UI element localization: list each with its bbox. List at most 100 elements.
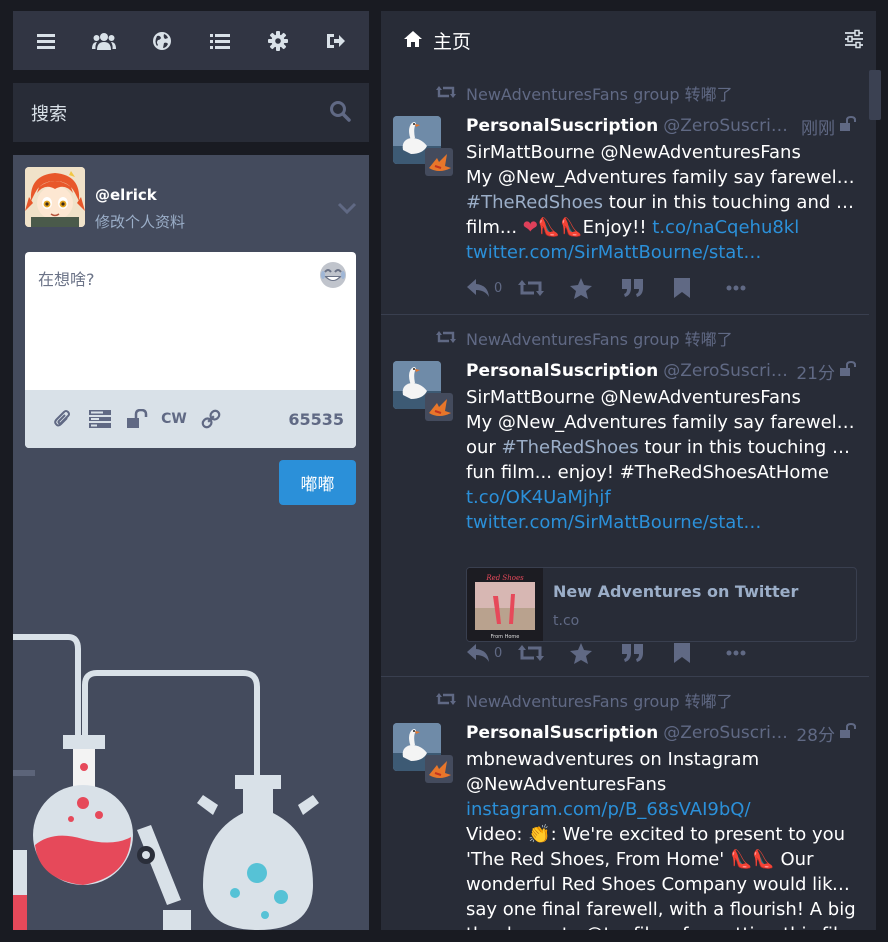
hashtag-link[interactable]: #TheRedShoes	[466, 192, 603, 213]
status-content: SirMattBourne @NewAdventuresFans My @New…	[381, 140, 869, 265]
search-input[interactable]: 搜索	[13, 83, 369, 142]
profile-block: @elrick 修改个人资料	[25, 167, 357, 231]
bookmark-icon[interactable]	[674, 278, 726, 298]
compose-textarea[interactable]: 在想啥?	[38, 266, 95, 290]
status-text-line: thank you to @tanfilms for putting this …	[466, 922, 857, 930]
status-text: Video: 👏: We're excited to present to yo…	[466, 824, 846, 845]
status-text-line: 'The Red Shoes, From Home' 👠👠 Our	[466, 847, 857, 872]
boost-icon	[436, 84, 456, 103]
status-text: tour in this touching and fun	[603, 192, 857, 213]
reply-button[interactable]: 0	[466, 278, 518, 298]
scrollbar-track[interactable]	[869, 70, 876, 930]
globe-icon[interactable]	[142, 21, 182, 61]
avatar[interactable]	[25, 167, 85, 227]
reply-button[interactable]: 0	[466, 643, 518, 663]
column-title[interactable]: 主页	[433, 27, 844, 54]
home-icon	[403, 30, 423, 52]
status[interactable]: NewAdventuresFans group 转嘟了 PersonalSusc…	[381, 677, 869, 930]
paperclip-icon[interactable]	[45, 404, 81, 434]
more-options-icon[interactable]	[726, 650, 778, 656]
display-name[interactable]: PersonalSuscription	[466, 361, 658, 381]
status-text: My @New_Adventures family say farewell t…	[466, 412, 857, 433]
more-options-icon[interactable]	[726, 285, 778, 291]
account-handle[interactable]: @ZeroSuscription…	[663, 723, 793, 743]
compose-editor[interactable]: 在想啥? CW 65535	[25, 252, 356, 448]
status-text: our	[466, 437, 502, 458]
status-text: thank you to @tanfilms for putting this …	[466, 924, 856, 930]
status-text-line: My @New_Adventures family say farewell t…	[466, 410, 857, 435]
status-text: 'The Red Shoes, From Home'	[466, 849, 730, 870]
svg-text:Red Shoes: Red Shoes	[485, 574, 524, 582]
compose-panel: @elrick 修改个人资料 在想啥? CW 65535 嘟嘟	[13, 155, 369, 930]
status-text: ❤👠👠	[522, 217, 583, 238]
content-warning-button[interactable]: CW	[156, 404, 192, 434]
status-link[interactable]: twitter.com/SirMattBourne/stat…	[466, 242, 761, 263]
status-text: My @New_Adventures family say farewell t…	[466, 167, 857, 188]
status-link[interactable]: t.co/OK4UaMjhjf	[466, 487, 611, 508]
poll-icon[interactable]	[82, 404, 118, 434]
quote-icon[interactable]	[622, 279, 674, 297]
status-text: @NewAdventuresFans	[466, 774, 667, 795]
scrollbar-thumb[interactable]	[869, 70, 881, 120]
status-time[interactable]: 21分	[796, 359, 835, 384]
status-text-line: My @New_Adventures family say farewell t…	[466, 165, 857, 190]
chevron-down-icon[interactable]	[337, 199, 357, 218]
character-counter: 65535	[288, 409, 344, 429]
settings-sliders-icon[interactable]	[844, 29, 864, 53]
menu-icon[interactable]	[26, 21, 66, 61]
status-text-line: fun film... enjoy! #TheRedShoesAtHome	[466, 460, 857, 485]
status-time[interactable]: 刚刚	[801, 114, 835, 139]
status-text: fun film... enjoy! #TheRedShoesAtHome	[466, 462, 829, 483]
status-time[interactable]: 28分	[796, 721, 835, 746]
boost-button[interactable]	[518, 644, 570, 662]
link-icon[interactable]	[193, 404, 229, 434]
favourite-star-icon[interactable]	[570, 642, 622, 664]
bookmark-icon[interactable]	[674, 643, 726, 663]
status-text-line: SirMattBourne @NewAdventuresFans	[466, 140, 857, 165]
link-preview-card[interactable]: Red Shoes From Home New Adventures on Twi…	[466, 567, 857, 642]
logout-icon[interactable]	[316, 21, 356, 61]
app: 搜索 @elrick 修改个人资料 在想啥? CW 65535 嘟嘟 主页 Ne…	[0, 0, 888, 942]
profile-handle[interactable]: @elrick	[95, 186, 157, 204]
edit-profile-link[interactable]: 修改个人资料	[95, 211, 185, 232]
status-text: mbnewadventures on Instagram	[466, 749, 760, 770]
status[interactable]: NewAdventuresFans group 转嘟了 PersonalSusc…	[381, 70, 869, 315]
display-name[interactable]: PersonalSuscription	[466, 723, 658, 743]
status-link[interactable]: instagram.com/p/B_68sVAI9bQ/	[466, 799, 751, 820]
status-text: 👠👠	[729, 849, 775, 870]
emoji-picker-icon[interactable]	[318, 260, 348, 294]
quote-icon[interactable]	[622, 644, 674, 662]
unlock-icon[interactable]	[119, 404, 155, 434]
status-header: PersonalSuscription @ZeroSuscription… 21…	[466, 359, 857, 384]
status-text: say one final farewell, with a flourish!…	[466, 899, 856, 920]
status-link[interactable]: twitter.com/SirMattBourne/stat…	[466, 512, 761, 533]
search-icon[interactable]	[329, 100, 351, 126]
status-content: mbnewadventures on Instagram @NewAdventur…	[381, 747, 869, 930]
display-name[interactable]: PersonalSuscription	[466, 116, 658, 136]
unlock-icon	[839, 722, 857, 744]
status-content: SirMattBourne @NewAdventuresFans My @New…	[381, 385, 869, 535]
status-text-line: twitter.com/SirMattBourne/stat…	[466, 510, 857, 535]
gear-icon[interactable]	[258, 21, 298, 61]
boost-icon	[436, 329, 456, 348]
status-text: Our	[774, 849, 814, 870]
status-text-line: say one final farewell, with a flourish!…	[466, 897, 857, 922]
compose-toolbar: CW 65535	[25, 390, 356, 448]
users-icon[interactable]	[84, 21, 124, 61]
unlock-icon	[839, 360, 857, 382]
boost-prepend: NewAdventuresFans group 转嘟了	[381, 70, 869, 108]
boost-button[interactable]	[518, 279, 570, 297]
toot-button[interactable]: 嘟嘟	[279, 460, 356, 505]
hashtag-link[interactable]: #TheRedShoes	[502, 437, 639, 458]
status-text-line: our #TheRedShoes tour in this touching a…	[466, 435, 857, 460]
account-handle[interactable]: @ZeroSuscription…	[663, 361, 793, 381]
status-link[interactable]: t.co/naCqehu8kl	[652, 217, 799, 238]
status-text-line: SirMattBourne @NewAdventuresFans	[466, 385, 857, 410]
navigation-bar	[13, 11, 369, 70]
account-handle[interactable]: @ZeroSuscription…	[663, 116, 798, 136]
status[interactable]: NewAdventuresFans group 转嘟了 PersonalSusc…	[381, 315, 869, 677]
status-text-line: @NewAdventuresFans	[466, 772, 857, 797]
reply-count: 0	[494, 645, 503, 661]
favourite-star-icon[interactable]	[570, 277, 622, 299]
list-icon[interactable]	[200, 21, 240, 61]
